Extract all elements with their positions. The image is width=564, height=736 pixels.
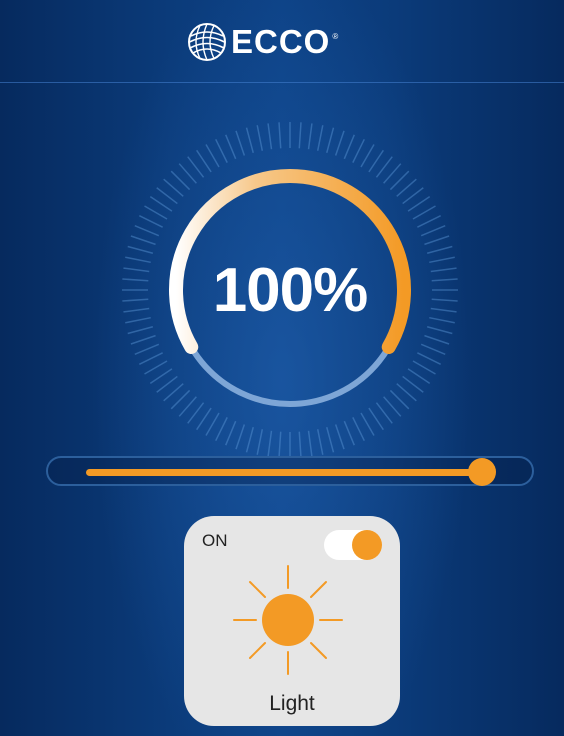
registered-mark: ®	[332, 32, 339, 41]
brand-name: ECCO	[231, 23, 331, 60]
brand-logo: ECCO ®	[187, 22, 338, 62]
app-screen: ECCO ® 100% ON Light	[0, 0, 564, 736]
toggle-knob	[352, 530, 382, 560]
light-state-label: ON	[202, 531, 228, 550]
globe-mesh-icon	[188, 23, 226, 61]
light-label: Light	[269, 692, 315, 715]
slider-thumb[interactable]	[468, 458, 496, 486]
sun-icon	[232, 564, 344, 676]
light-tile[interactable]: ON Light	[184, 516, 400, 726]
brightness-percent: 100%	[212, 255, 369, 325]
light-toggle[interactable]	[324, 530, 382, 560]
slider-fill	[86, 469, 482, 476]
brightness-slider[interactable]	[46, 456, 534, 486]
brightness-gauge[interactable]: 100%	[117, 117, 463, 463]
header-bar: ECCO ®	[0, 0, 564, 83]
